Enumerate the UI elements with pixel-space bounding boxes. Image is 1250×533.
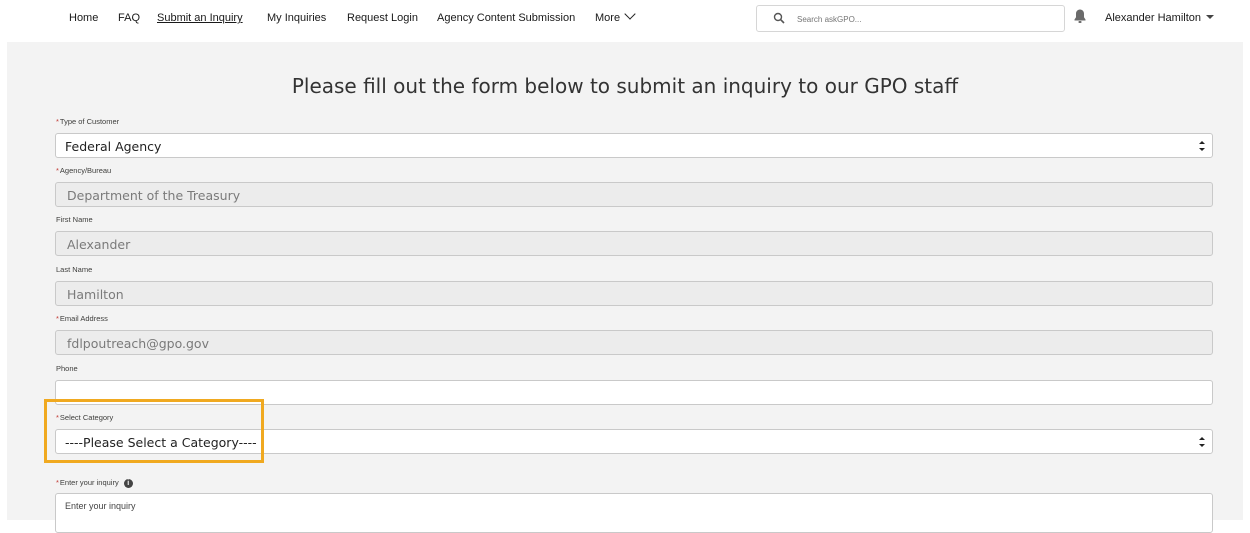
nav-more-menu[interactable]: More <box>595 8 636 24</box>
phone-label: Phone <box>56 364 78 373</box>
nav-faq-link[interactable]: FAQ <box>118 12 140 24</box>
select-arrows-icon <box>1199 141 1205 151</box>
nav-agency-content-link[interactable]: Agency Content Submission <box>437 12 575 24</box>
select-arrows-icon <box>1199 437 1205 447</box>
email-value: fdlpoutreach@gpo.gov <box>67 336 209 351</box>
nav-request-login-link[interactable]: Request Login <box>347 12 418 24</box>
customer-type-select[interactable]: Federal Agency <box>55 133 1213 158</box>
required-marker: * <box>56 117 59 126</box>
nav-home-link[interactable]: Home <box>69 12 98 24</box>
required-marker: * <box>56 478 59 487</box>
top-navigation-bar: Home FAQ Submit an Inquiry My Inquiries … <box>0 0 1250 40</box>
caret-down-icon <box>1206 15 1214 19</box>
page-title: Please fill out the form below to submit… <box>291 74 959 98</box>
search-icon <box>773 12 785 24</box>
inquiry-label: *Enter your inquiry i <box>56 478 133 488</box>
required-marker: * <box>56 314 59 323</box>
first-name-label: First Name <box>56 215 93 224</box>
customer-type-label: *Type of Customer <box>56 117 119 126</box>
email-field[interactable]: fdlpoutreach@gpo.gov <box>55 330 1213 355</box>
chevron-down-icon <box>624 8 636 20</box>
nav-my-inquiries-link[interactable]: My Inquiries <box>267 12 326 24</box>
notification-bell-icon[interactable] <box>1073 8 1087 24</box>
inquiry-textarea[interactable]: Enter your inquiry <box>55 493 1213 533</box>
email-label: *Email Address <box>56 314 108 323</box>
last-name-value: Hamilton <box>67 287 124 302</box>
user-name: Alexander Hamilton <box>1105 12 1201 24</box>
highlight-box <box>44 399 264 463</box>
user-menu[interactable]: Alexander Hamilton <box>1105 12 1214 24</box>
customer-type-label-text: Type of Customer <box>59 117 120 126</box>
agency-label: *Agency/Bureau <box>56 166 111 175</box>
nav-submit-inquiry-link[interactable]: Submit an Inquiry <box>157 12 243 24</box>
search-box[interactable] <box>756 5 1065 32</box>
inquiry-label-text: Enter your inquiry <box>59 478 119 487</box>
agency-field[interactable]: Department of the Treasury <box>55 182 1213 207</box>
last-name-label: Last Name <box>56 265 93 274</box>
email-label-text: Email Address <box>59 314 108 323</box>
required-marker: * <box>56 166 59 175</box>
info-icon[interactable]: i <box>123 478 133 488</box>
inquiry-placeholder: Enter your inquiry <box>65 501 136 511</box>
last-name-field[interactable]: Hamilton <box>55 281 1213 306</box>
search-input[interactable] <box>795 10 1054 28</box>
first-name-field[interactable]: Alexander <box>55 231 1213 256</box>
agency-value: Department of the Treasury <box>67 188 241 203</box>
customer-type-value: Federal Agency <box>65 139 162 154</box>
nav-more-label: More <box>595 12 621 24</box>
first-name-value: Alexander <box>67 237 131 252</box>
agency-label-text: Agency/Bureau <box>59 166 112 175</box>
